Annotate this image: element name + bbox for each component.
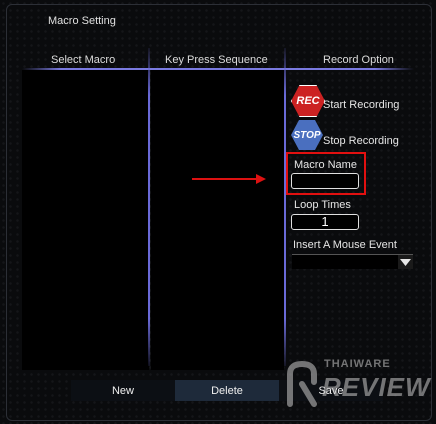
chevron-down-icon <box>400 258 411 266</box>
column-divider-2 <box>284 48 286 366</box>
key-sequence-list[interactable] <box>151 70 284 370</box>
window-title: Macro Setting <box>48 15 116 27</box>
column-header-select-macro: Select Macro <box>51 54 116 66</box>
column-header-key-press-sequence: Key Press Sequence <box>165 54 268 66</box>
delete-button[interactable]: Delete <box>175 380 279 401</box>
watermark-logo: THAIWARE REVIEW <box>282 350 432 422</box>
macro-list[interactable] <box>22 70 149 370</box>
macro-name-label: Macro Name <box>294 159 357 171</box>
mouse-event-label: Insert A Mouse Event <box>293 239 397 251</box>
dropdown-arrow-button[interactable] <box>398 255 413 269</box>
annotation-arrow-head <box>256 174 266 184</box>
column-divider-1 <box>148 48 150 366</box>
new-button[interactable]: New <box>71 380 175 401</box>
watermark-line1: THAIWARE <box>324 358 391 370</box>
start-recording-label[interactable]: Start Recording <box>323 99 399 111</box>
stop-recording-label[interactable]: Stop Recording <box>323 135 399 147</box>
annotation-arrow-line <box>192 178 258 180</box>
watermark-line2: REVIEW <box>322 372 431 402</box>
loop-times-input[interactable]: 1 <box>291 214 359 230</box>
mouse-event-select[interactable] <box>292 254 413 269</box>
column-header-record-option: Record Option <box>323 54 394 66</box>
loop-times-label: Loop Times <box>294 199 351 211</box>
rec-icon-text: REC <box>296 95 320 107</box>
macro-name-input[interactable] <box>291 173 359 189</box>
watermark-icon <box>287 360 317 407</box>
stop-icon-text: STOP <box>293 129 321 141</box>
